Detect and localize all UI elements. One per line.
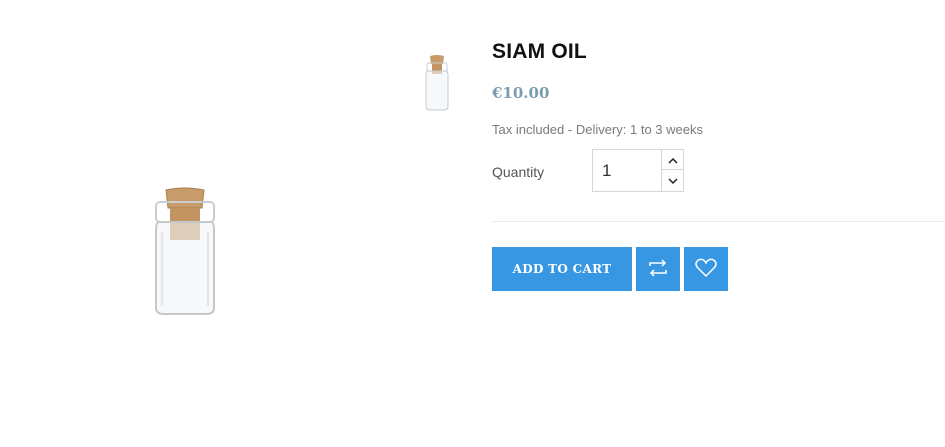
chevron-up-icon: [667, 151, 678, 169]
quantity-label: Quantity: [492, 164, 545, 180]
chevron-down-icon: [667, 172, 678, 190]
product-title: SIAM OIL: [492, 40, 587, 63]
tax-delivery-note: Tax included - Delivery: 1 to 3 weeks: [492, 122, 703, 137]
quantity-stepper: [592, 149, 684, 192]
quantity-input[interactable]: [593, 150, 661, 191]
compare-button[interactable]: [636, 247, 680, 291]
heart-icon: [695, 258, 717, 281]
product-thumbnail[interactable]: [418, 52, 456, 114]
add-to-cart-button[interactable]: ADD TO CART: [492, 247, 632, 291]
divider: [492, 221, 945, 222]
product-price: €10.00: [492, 84, 550, 102]
quantity-decrease-button[interactable]: [661, 170, 683, 191]
wishlist-button[interactable]: [684, 247, 728, 291]
quantity-increase-button[interactable]: [661, 150, 683, 170]
compare-arrows-icon: [647, 258, 669, 280]
product-main-image: [140, 180, 230, 320]
